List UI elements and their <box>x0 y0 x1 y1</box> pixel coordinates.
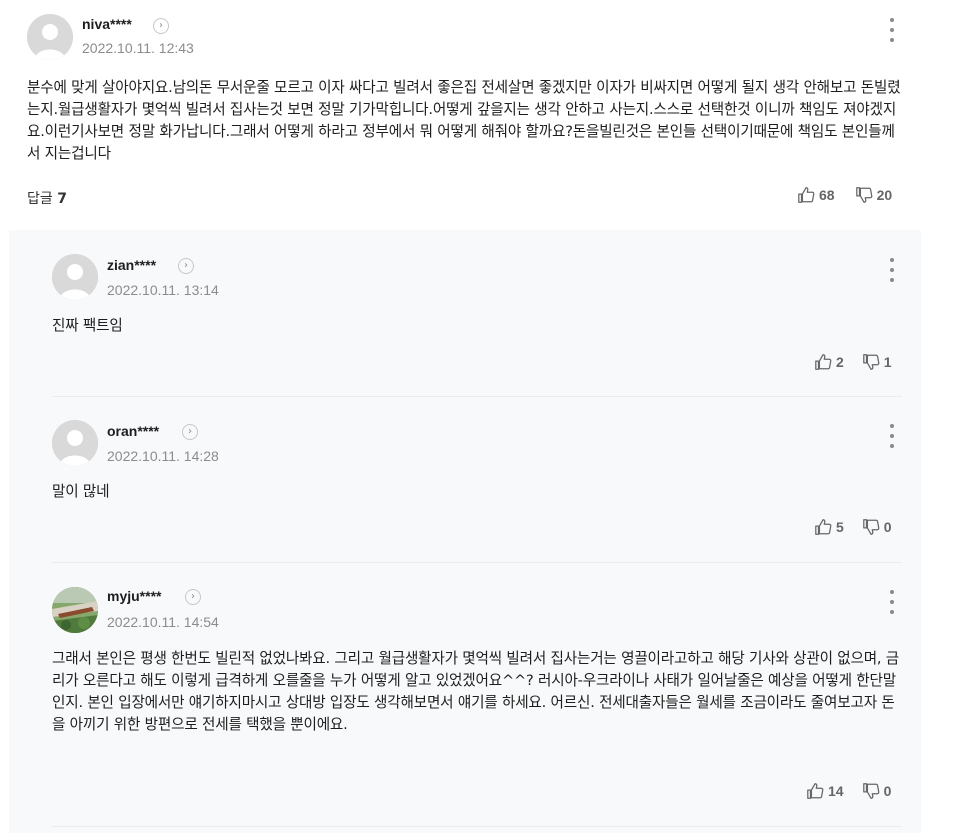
dislike-count: 0 <box>883 783 892 799</box>
thumbs-down-icon <box>862 354 880 370</box>
divider <box>52 562 902 563</box>
profile-photo-icon <box>52 587 98 633</box>
avatar[interactable] <box>52 420 98 466</box>
thumbs-down-icon <box>855 187 872 203</box>
comment-date: 2022.10.11. 14:28 <box>107 448 219 464</box>
comment-text: 분수에 맞게 살아야지요.남의돈 무서운줄 모르고 이자 싸다고 빌려서 좋은집… <box>27 79 901 162</box>
nickname[interactable]: niva**** <box>82 16 132 32</box>
like-button[interactable]: 68 <box>797 186 835 204</box>
like-count: 14 <box>828 783 844 799</box>
dislike-button[interactable]: 20 <box>855 186 893 204</box>
comment-date: 2022.10.11. 14:54 <box>107 614 219 630</box>
divider <box>52 826 902 827</box>
avatar[interactable] <box>52 587 98 633</box>
default-avatar-icon <box>52 254 98 300</box>
thumbs-down-icon <box>862 783 879 799</box>
comment-text: 말이 많네 <box>52 483 110 500</box>
vote-group: 14 0 <box>806 782 891 800</box>
more-vertical-icon[interactable] <box>888 18 896 42</box>
more-vertical-icon[interactable] <box>888 424 896 448</box>
avatar[interactable] <box>52 254 98 300</box>
vote-group: 68 20 <box>797 186 892 204</box>
chevron-right-icon[interactable]: › <box>153 18 169 34</box>
vote-group: 5 0 <box>814 518 892 536</box>
reply-toggle[interactable]: 답글 7 <box>27 188 67 208</box>
thumbs-up-icon <box>807 783 824 799</box>
like-count: 68 <box>819 187 835 203</box>
like-count: 5 <box>836 519 844 535</box>
vote-group: 2 1 <box>814 353 892 371</box>
thumbs-up-icon <box>815 519 832 535</box>
like-count: 2 <box>836 354 844 370</box>
thumbs-up-icon <box>798 187 815 203</box>
more-vertical-icon[interactable] <box>888 590 896 614</box>
reply-label: 답글 <box>27 191 53 207</box>
nickname[interactable]: myju**** <box>107 588 161 604</box>
dislike-count: 1 <box>883 354 892 370</box>
dislike-button[interactable]: 0 <box>862 782 892 800</box>
like-button[interactable]: 2 <box>814 353 844 371</box>
like-button[interactable]: 14 <box>806 782 844 800</box>
chevron-right-icon[interactable]: › <box>182 424 198 440</box>
like-button[interactable]: 5 <box>814 518 844 536</box>
reply-count: 7 <box>57 191 67 207</box>
more-vertical-icon[interactable] <box>888 258 896 282</box>
thumbs-down-icon <box>862 519 880 535</box>
dislike-count: 20 <box>876 187 893 203</box>
thumbs-up-icon <box>815 354 832 370</box>
dislike-button[interactable]: 1 <box>862 353 892 371</box>
default-avatar-icon <box>27 14 73 60</box>
nickname[interactable]: oran**** <box>107 423 159 439</box>
comment-date: 2022.10.11. 13:14 <box>107 282 219 298</box>
avatar[interactable] <box>27 14 73 60</box>
dislike-button[interactable]: 0 <box>862 518 892 536</box>
default-avatar-icon <box>52 420 98 466</box>
comment-text: 진짜 팩트임 <box>52 317 123 334</box>
divider <box>52 396 902 397</box>
chevron-right-icon[interactable]: › <box>185 589 201 605</box>
chevron-right-icon[interactable]: › <box>178 258 194 274</box>
comment-text: 그래서 본인은 평생 한번도 빌린적 없었나봐요. 그리고 월급생활자가 몇억씩… <box>52 650 900 733</box>
dislike-count: 0 <box>883 519 892 535</box>
comment-date: 2022.10.11. 12:43 <box>82 40 194 56</box>
nickname[interactable]: zian**** <box>107 257 156 273</box>
